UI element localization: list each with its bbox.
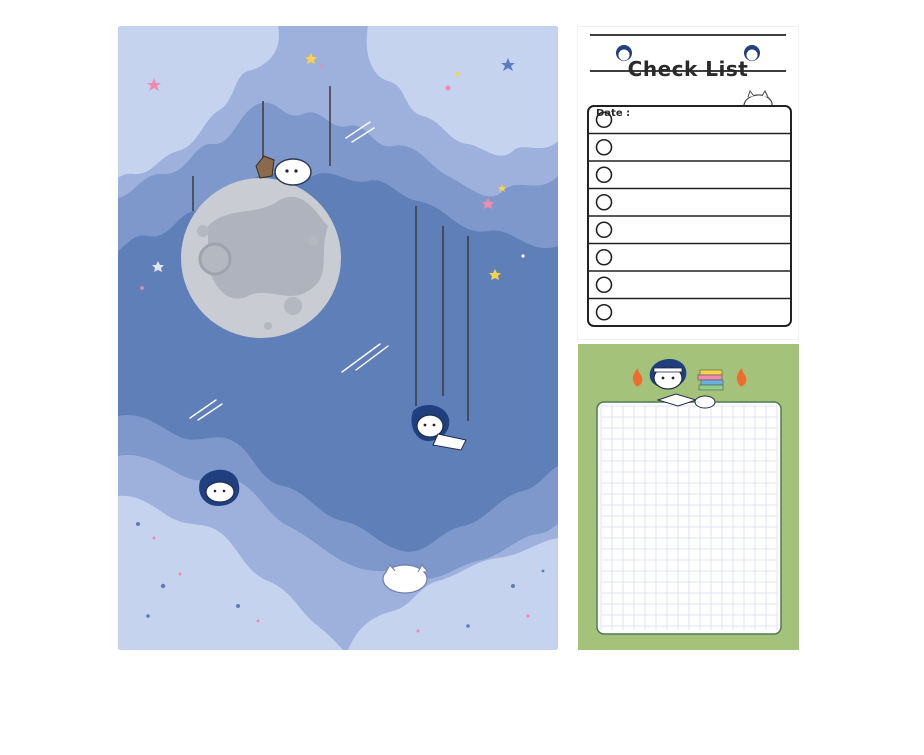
checkbox-circle (595, 248, 613, 266)
books-icon (697, 369, 724, 391)
space-notepad-image (118, 26, 558, 650)
checklist-notepad: Check List Date : (578, 27, 798, 339)
checkbox-circle (595, 276, 613, 294)
checkbox-circle (595, 166, 613, 184)
peeking-character-icon (199, 469, 240, 506)
checklist-title: Check List (627, 57, 749, 81)
sleeping-character-icon (382, 564, 428, 594)
checkbox-circle (595, 221, 613, 239)
moon-icon (181, 178, 341, 338)
space-scene (118, 26, 558, 650)
checkbox-circle (595, 193, 613, 211)
date-label: Date : (596, 108, 631, 119)
checkbox-circle (595, 138, 613, 156)
checkbox-circle (595, 303, 613, 321)
grid-notepad-art (578, 344, 799, 650)
cat-icon (743, 89, 773, 108)
grid-notepad (578, 344, 799, 650)
